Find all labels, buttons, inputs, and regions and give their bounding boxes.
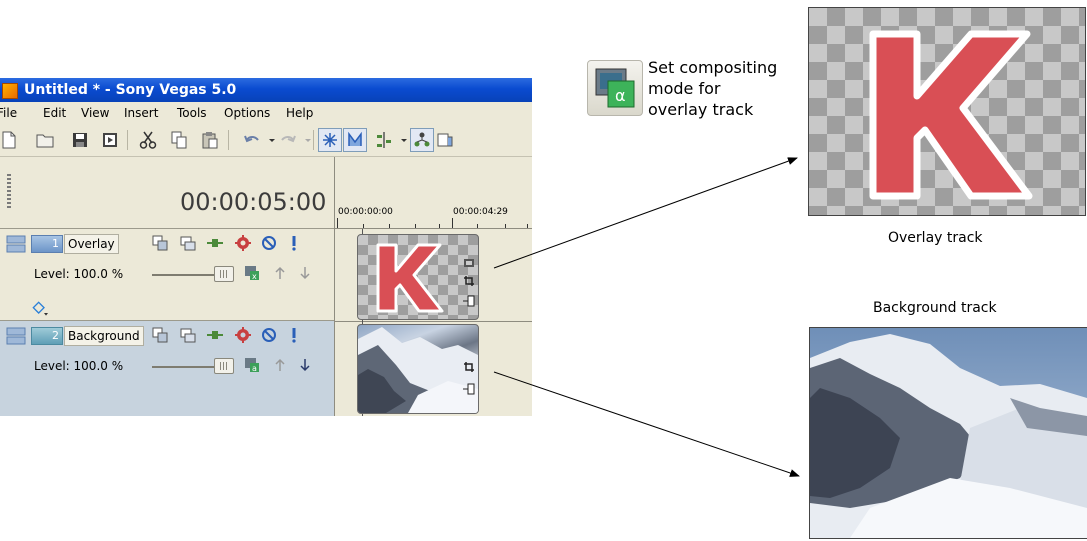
overlay-arrow [493, 157, 798, 269]
connector-arrows [493, 157, 800, 477]
background-arrow [493, 371, 800, 477]
